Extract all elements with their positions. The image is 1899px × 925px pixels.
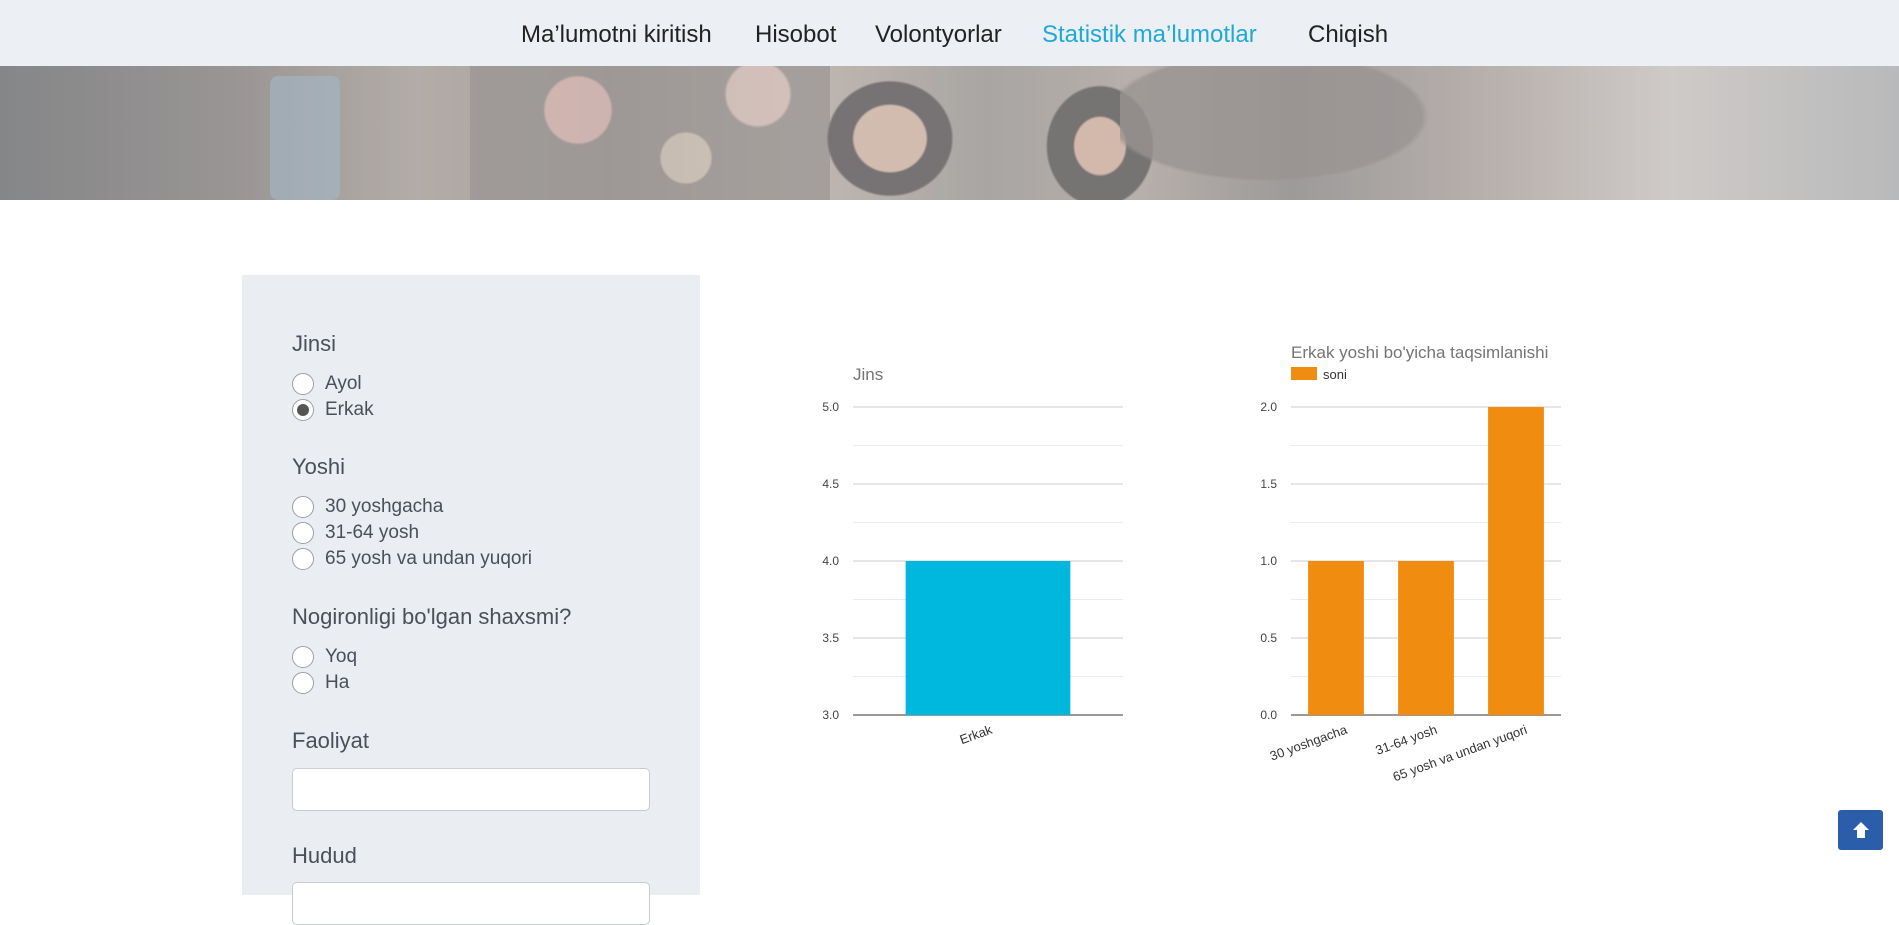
arrow-up-icon [1852, 822, 1869, 838]
nav-item-statistics[interactable]: Statistik ma’lumotlar [1042, 21, 1257, 49]
y-tick-label: 1.5 [1260, 477, 1277, 491]
activity-input[interactable] [292, 768, 650, 811]
radio-label: Erkak [325, 399, 374, 420]
y-tick-label: 0.0 [1260, 708, 1277, 722]
y-tick-label: 5.0 [822, 400, 839, 414]
legend-swatch [1291, 367, 1317, 380]
radio-button[interactable] [292, 496, 314, 518]
region-select[interactable] [292, 882, 650, 925]
age-title: Yoshi [292, 454, 346, 479]
y-tick-label: 3.5 [822, 631, 839, 645]
radio-label: 65 yosh va undan yuqori [325, 548, 533, 569]
radio-age-31-64[interactable]: 31-64 yosh [292, 522, 419, 544]
radio-button[interactable] [292, 646, 314, 668]
nav-item-data-entry[interactable]: Ma’lumotni kiritish [521, 21, 712, 49]
region-title: Hudud [292, 843, 357, 868]
radio-button[interactable] [292, 548, 314, 570]
top-navbar: Ma’lumotni kiritish Hisobot Volontyorlar… [0, 0, 1899, 66]
chart-male-age-svg: Erkak yoshi bo'yicha taqsimlanishi soni 0.… [1260, 343, 1561, 784]
radio-gender-female[interactable]: Ayol [292, 373, 362, 395]
radio-label: Yoq [325, 646, 358, 667]
chart-title: Jins [853, 365, 883, 384]
x-tick-label: 31-64 yosh [1373, 722, 1439, 758]
x-tick-label: Erkak [958, 722, 995, 748]
chart-bar [1308, 561, 1364, 715]
chart-gender: Jins 3.0 3.5 4.0 4.5 5.0 Erkak [800, 355, 1140, 775]
scroll-top-button[interactable] [1838, 810, 1883, 850]
radio-button[interactable] [292, 672, 314, 694]
radio-label: Ayol [325, 373, 362, 394]
y-tick-label: 1.0 [1260, 554, 1277, 568]
radio-disability-yes[interactable]: Ha [292, 672, 349, 694]
y-tick-label: 0.5 [1260, 631, 1277, 645]
radio-gender-male[interactable]: Erkak [292, 399, 374, 421]
filter-panel: Jinsi Ayol Erkak Yoshi 30 yoshgacha 31-6… [242, 275, 700, 925]
radio-button[interactable] [292, 522, 314, 544]
radio-age-under-30[interactable]: 30 yoshgacha [292, 496, 443, 518]
y-tick-label: 3.0 [822, 708, 839, 722]
gender-title: Jinsi [292, 331, 337, 356]
y-tick-label: 4.0 [822, 554, 839, 568]
nav-item-logout[interactable]: Chiqish [1308, 21, 1388, 49]
y-tick-label: 4.5 [822, 477, 839, 491]
hero-banner-image [0, 66, 1899, 200]
chart-male-age: Erkak yoshi bo'yicha taqsimlanishi soni 0.… [1240, 335, 1580, 795]
nav-item-report[interactable]: Hisobot [755, 21, 836, 49]
radio-button[interactable] [292, 373, 314, 395]
activity-title: Faoliyat [292, 728, 370, 753]
chart-bar [1398, 561, 1454, 715]
radio-label: 31-64 yosh [325, 522, 420, 543]
radio-disability-no[interactable]: Yoq [292, 646, 357, 668]
chart-bar [1488, 407, 1544, 715]
legend-label: soni [1323, 367, 1347, 382]
radio-label: Ha [325, 672, 350, 693]
radio-label: 30 yoshgacha [325, 496, 444, 517]
y-tick-label: 2.0 [1260, 400, 1277, 414]
nav-item-volunteers[interactable]: Volontyorlar [875, 21, 1002, 49]
disability-title: Nogironligi bo'lgan shaxsmi? [292, 604, 572, 629]
chart-bar [905, 561, 1071, 715]
chart-gender-svg: Jins 3.0 3.5 4.0 4.5 5.0 Erkak [822, 365, 1123, 748]
chart-title: Erkak yoshi bo'yicha taqsimlanishi [1291, 343, 1548, 362]
radio-age-65-plus[interactable]: 65 yosh va undan yuqori [292, 548, 532, 570]
x-tick-label: 30 yoshgacha [1268, 721, 1350, 763]
radio-button-checked[interactable] [292, 399, 314, 421]
